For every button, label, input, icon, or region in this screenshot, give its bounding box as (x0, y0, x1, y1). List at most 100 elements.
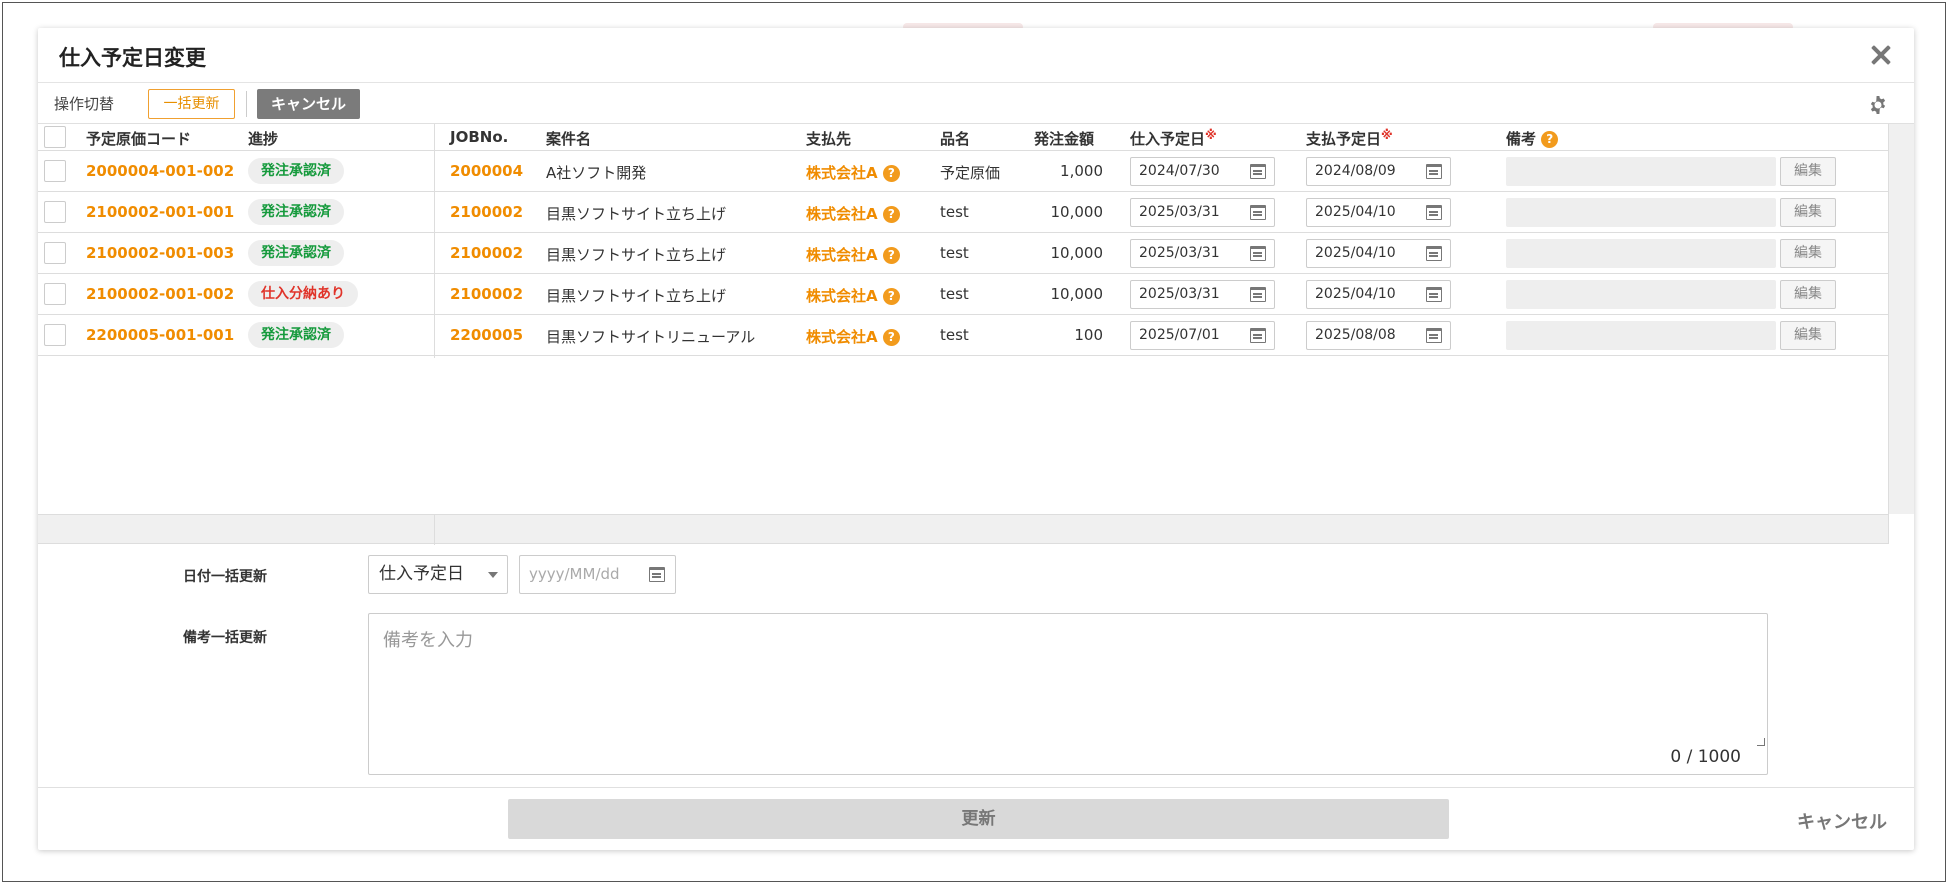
cost-code-link[interactable]: 2100002-001-001 (86, 203, 234, 221)
job-no-link[interactable]: 2200005 (450, 326, 523, 344)
purchase-date-input[interactable]: 2025/03/31 (1130, 198, 1275, 227)
purchase-date-input[interactable]: 2025/03/31 (1130, 239, 1275, 268)
col-header-purchase-date: 仕入予定日※ (1130, 128, 1217, 149)
row-checkbox[interactable] (44, 201, 66, 223)
vertical-scrollbar[interactable] (1888, 124, 1914, 514)
help-icon[interactable]: ? (882, 329, 900, 346)
edit-button[interactable]: 編集 (1780, 239, 1836, 268)
purchase-date-input[interactable]: 2025/07/01 (1130, 321, 1275, 350)
date-target-select[interactable]: 仕入予定日 (368, 555, 508, 594)
payee-link[interactable]: 株式会社A ? (806, 162, 900, 183)
payment-date-input[interactable]: 2025/04/10 (1306, 239, 1451, 268)
purchase-date-value: 2025/07/01 (1139, 327, 1220, 343)
cancel-button[interactable]: キャンセル (1797, 808, 1887, 834)
help-icon[interactable]: ? (1541, 131, 1559, 148)
purchase-date-input[interactable]: 2024/07/30 (1130, 157, 1275, 186)
payment-date-input[interactable]: 2025/04/10 (1306, 280, 1451, 309)
job-no-link[interactable]: 2000004 (450, 162, 523, 180)
calendar-icon[interactable] (1250, 287, 1266, 302)
payment-date-input[interactable]: 2025/08/08 (1306, 321, 1451, 350)
bulk-date-input[interactable]: yyyy/MM/dd (519, 555, 676, 594)
purchase-date-input[interactable]: 2025/03/31 (1130, 280, 1275, 309)
item-name: 予定原価 (940, 164, 1001, 182)
job-no-link[interactable]: 2100002 (450, 244, 523, 262)
payee-name: 株式会社A (806, 205, 878, 223)
select-all-checkbox[interactable] (44, 126, 66, 148)
progress-badge: 発注承認済 (248, 240, 344, 266)
edit-button[interactable]: 編集 (1780, 198, 1836, 227)
job-no-link[interactable]: 2100002 (450, 203, 523, 221)
memo-field[interactable] (1506, 280, 1776, 309)
bulk-memo-textarea[interactable]: 備考を入力 0 / 1000 (368, 613, 1768, 775)
row-checkbox[interactable] (44, 324, 66, 346)
date-target-value: 仕入予定日 (379, 564, 464, 584)
edit-button[interactable]: 編集 (1780, 321, 1836, 350)
cost-code-link[interactable]: 2000004-001-002 (86, 162, 234, 180)
table-row: 2000004-001-002 発注承認済 2000004 A社ソフト開発 株式… (38, 151, 1888, 192)
payee-link[interactable]: 株式会社A ? (806, 244, 900, 265)
payment-date-value: 2025/04/10 (1315, 204, 1396, 220)
character-counter: 0 / 1000 (1670, 747, 1741, 767)
calendar-icon[interactable] (1426, 328, 1442, 343)
project-name: A社ソフト開発 (546, 164, 647, 182)
horizontal-scrollbar[interactable] (38, 514, 1888, 545)
project-name: 目黒ソフトサイト立ち上げ (546, 246, 727, 264)
mode-switch-label: 操作切替 (54, 95, 115, 113)
row-checkbox[interactable] (44, 160, 66, 182)
help-icon[interactable]: ? (882, 247, 900, 264)
job-no-link[interactable]: 2100002 (450, 285, 523, 303)
memo-field[interactable] (1506, 239, 1776, 268)
payee-link[interactable]: 株式会社A ? (806, 326, 900, 347)
dialog-footer: 更新 キャンセル (38, 788, 1914, 850)
order-amount: 10,000 (1050, 285, 1104, 303)
cost-code-link[interactable]: 2100002-001-003 (86, 244, 234, 262)
memo-field[interactable] (1506, 157, 1776, 186)
memo-field[interactable] (1506, 321, 1776, 350)
calendar-icon[interactable] (1250, 328, 1266, 343)
calendar-icon[interactable] (1250, 205, 1266, 220)
edit-button[interactable]: 編集 (1780, 280, 1836, 309)
cost-code-link[interactable]: 2100002-001-002 (86, 285, 234, 303)
memo-field[interactable] (1506, 198, 1776, 227)
help-icon[interactable]: ? (882, 288, 900, 305)
col-header-item: 品名 (940, 130, 971, 148)
payment-date-input[interactable]: 2025/04/10 (1306, 198, 1451, 227)
payment-date-value: 2025/04/10 (1315, 286, 1396, 302)
cancel-mode-button[interactable]: キャンセル (257, 89, 360, 119)
calendar-icon[interactable] (649, 567, 665, 582)
item-name: test (940, 244, 969, 262)
help-icon[interactable]: ? (882, 206, 900, 223)
order-amount: 1,000 (1060, 162, 1103, 180)
row-checkbox[interactable] (44, 242, 66, 264)
purchase-date-value: 2025/03/31 (1139, 286, 1220, 302)
required-mark: ※ (1381, 128, 1393, 142)
bulk-memo-label: 備考一括更新 (183, 630, 267, 646)
payment-date-input[interactable]: 2024/08/09 (1306, 157, 1451, 186)
calendar-icon[interactable] (1250, 164, 1266, 179)
payment-date-value: 2024/08/09 (1315, 163, 1396, 179)
calendar-icon[interactable] (1426, 164, 1442, 179)
resize-handle-icon[interactable] (1757, 738, 1765, 746)
payment-date-value: 2025/08/08 (1315, 327, 1396, 343)
progress-badge: 発注承認済 (248, 199, 344, 225)
close-icon[interactable] (1866, 40, 1896, 70)
calendar-icon[interactable] (1426, 287, 1442, 302)
update-button[interactable]: 更新 (508, 799, 1449, 839)
bulk-update-button[interactable]: 一括更新 (148, 89, 235, 119)
payee-link[interactable]: 株式会社A ? (806, 285, 900, 306)
help-icon[interactable]: ? (882, 165, 900, 182)
toolbar: 操作切替 一括更新 キャンセル (38, 83, 1914, 123)
calendar-icon[interactable] (1426, 205, 1442, 220)
payee-link[interactable]: 株式会社A ? (806, 203, 900, 224)
calendar-icon[interactable] (1426, 246, 1442, 261)
frozen-column-divider (434, 124, 435, 358)
edit-button[interactable]: 編集 (1780, 157, 1836, 186)
purchase-date-change-dialog: 仕入予定日変更 操作切替 一括更新 キャンセル 予定原価コード 進捗 JOBNo… (38, 28, 1914, 850)
gear-icon[interactable] (1868, 95, 1888, 115)
payment-date-value: 2025/04/10 (1315, 245, 1396, 261)
row-checkbox[interactable] (44, 283, 66, 305)
cost-code-link[interactable]: 2200005-001-001 (86, 326, 234, 344)
cost-table-grid: 予定原価コード 進捗 JOBNo. 案件名 支払先 品名 発注金額 仕入予定日※… (38, 124, 1888, 544)
scrollbar-divider (434, 515, 435, 545)
calendar-icon[interactable] (1250, 246, 1266, 261)
